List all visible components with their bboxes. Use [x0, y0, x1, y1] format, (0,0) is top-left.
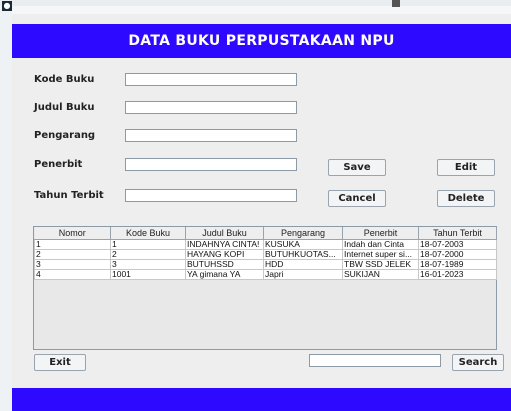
table-cell: HAYANG KOPI — [185, 249, 264, 260]
edit-button[interactable]: Edit — [437, 159, 495, 176]
cancel-button[interactable]: Cancel — [328, 190, 386, 207]
table-cell: SUKIJAN — [342, 269, 419, 280]
table-cell: TBW SSD JELEK — [342, 259, 419, 270]
table-cell: BUTUHSSD — [185, 259, 264, 270]
table-cell: 2 — [110, 249, 186, 260]
footer-bar — [12, 388, 511, 411]
kode-buku-label: Kode Buku — [34, 74, 95, 85]
page-title: DATA BUKU PERPUSTAKAAN NPU — [128, 33, 395, 49]
table-cell: 3 — [110, 259, 186, 270]
table-cell: 3 — [34, 259, 111, 270]
table-cell: 18-07-2000 — [418, 249, 497, 260]
table-cell: HDD — [263, 259, 343, 270]
table-cell: 18-07-2003 — [418, 239, 497, 250]
background-button — [392, 0, 400, 7]
table-row[interactable]: 3 3 BUTUHSSD HDD TBW SSD JELEK 18-07-198… — [34, 259, 497, 270]
table-cell: Japri — [263, 269, 343, 280]
table-cell: YA gimana YA — [185, 269, 264, 280]
delete-button[interactable]: Delete — [437, 190, 495, 207]
table-cell: 1 — [110, 239, 186, 250]
search-button[interactable]: Search — [452, 354, 504, 371]
tahun-terbit-label: Tahun Terbit — [34, 190, 104, 201]
tahun-terbit-field[interactable] — [125, 189, 297, 202]
table-cell: 16-01-2023 — [418, 269, 497, 280]
table-cell: 18-07-1989 — [418, 259, 497, 270]
judul-buku-label: Judul Buku — [34, 102, 95, 113]
background-left-panel — [0, 6, 12, 411]
column-header-pengarang[interactable]: Pengarang — [263, 227, 343, 240]
search-input[interactable] — [309, 354, 441, 367]
table-cell: KUSUKA — [263, 239, 343, 250]
header-bar: DATA BUKU PERPUSTAKAAN NPU — [12, 24, 511, 58]
column-header-nomor[interactable]: Nomor — [34, 227, 111, 240]
app-icon: ● — [2, 1, 12, 11]
table-cell: INDAHNYA CINTA! — [185, 239, 264, 250]
table-cell: BUTUHKUOTAS... — [263, 249, 343, 260]
column-header-penerbit[interactable]: Penerbit — [342, 227, 419, 240]
table-cell: 1 — [34, 239, 111, 250]
table-cell: Indah dan Cinta — [342, 239, 419, 250]
table-cell: 4 — [34, 269, 111, 280]
main-window: DATA BUKU PERPUSTAKAAN NPU Kode Buku Jud… — [12, 14, 511, 411]
pengarang-field[interactable] — [125, 129, 297, 142]
column-header-judul-buku[interactable]: Judul Buku — [185, 227, 264, 240]
table-cell: 1001 — [110, 269, 186, 280]
save-button[interactable]: Save — [328, 159, 386, 176]
judul-buku-field[interactable] — [125, 101, 297, 114]
exit-button[interactable]: Exit — [34, 354, 86, 371]
table-row[interactable]: 1 1 INDAHNYA CINTA! KUSUKA Indah dan Cin… — [34, 239, 497, 250]
table-row[interactable]: 2 2 HAYANG KOPI BUTUHKUOTAS... Internet … — [34, 249, 497, 260]
table-cell: Internet super si... — [342, 249, 419, 260]
table-cell: 2 — [34, 249, 111, 260]
kode-buku-field[interactable] — [125, 73, 297, 86]
pengarang-label: Pengarang — [34, 130, 96, 141]
penerbit-field[interactable] — [125, 158, 297, 171]
books-table[interactable]: Nomor Kode Buku Judul Buku Pengarang Pen… — [33, 226, 497, 350]
penerbit-label: Penerbit — [34, 159, 83, 170]
column-header-tahun-terbit[interactable]: Tahun Terbit — [418, 227, 497, 240]
background-strip — [0, 0, 511, 6]
column-header-kode-buku[interactable]: Kode Buku — [110, 227, 186, 240]
table-row[interactable]: 4 1001 YA gimana YA Japri SUKIJAN 16-01-… — [34, 269, 497, 280]
table-header-row: Nomor Kode Buku Judul Buku Pengarang Pen… — [34, 227, 497, 240]
